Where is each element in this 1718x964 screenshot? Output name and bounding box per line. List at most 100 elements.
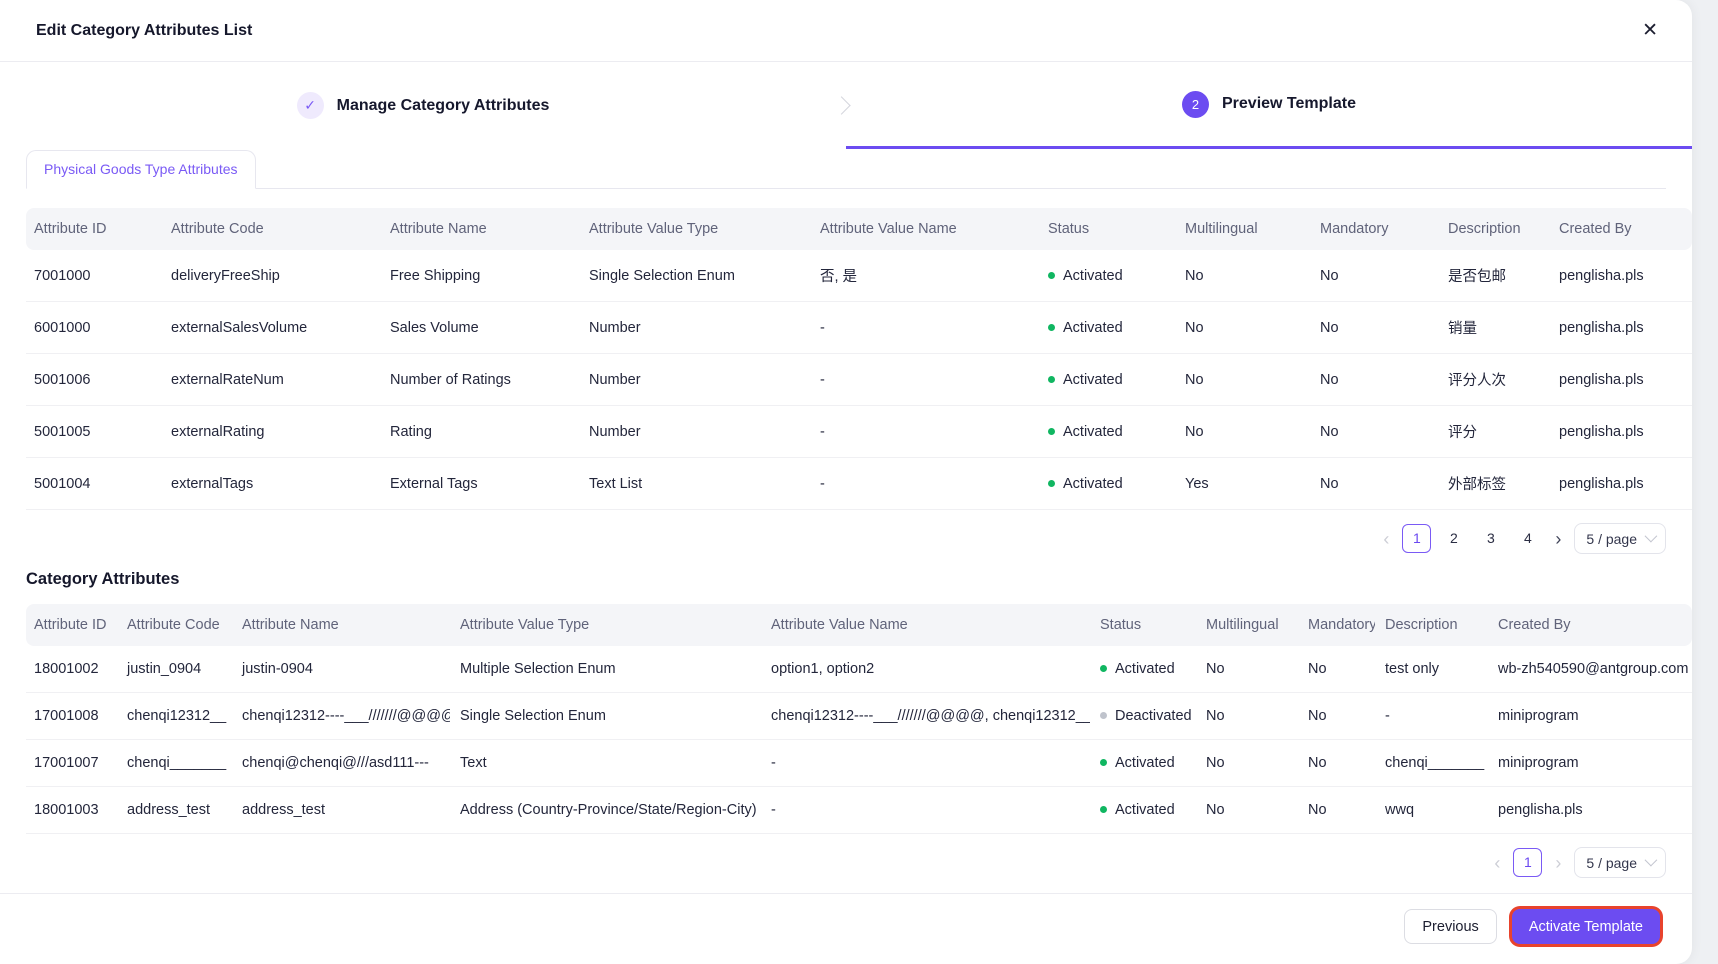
status-badge: Activated [1038, 458, 1175, 510]
modal-footer: Previous Activate Template [0, 893, 1692, 964]
step-preview-template[interactable]: 2 Preview Template [846, 62, 1692, 149]
cell-description: 销量 [1438, 302, 1549, 354]
cell-id: 17001007 [26, 740, 117, 787]
status-dot-icon [1100, 759, 1107, 766]
close-icon[interactable]: ✕ [1638, 17, 1662, 44]
column-header: Created By [1549, 208, 1692, 250]
page-size-select[interactable]: 5 / page [1574, 523, 1666, 554]
edit-category-attributes-modal: Edit Category Attributes List ✕ ✓ Manage… [0, 0, 1692, 964]
cell-created-by: penglisha.pls [1549, 458, 1692, 510]
cell-multilingual: No [1196, 740, 1298, 787]
column-header: Multilingual [1196, 604, 1298, 646]
cell-code: justin_0904 [117, 646, 232, 693]
tab-physical-goods-type-attributes[interactable]: Physical Goods Type Attributes [26, 150, 256, 189]
page-button-4[interactable]: 4 [1513, 524, 1542, 553]
cell-value-type: Text [450, 740, 761, 787]
type-attributes-pagination: ‹ 1234 › 5 / page [26, 523, 1666, 554]
column-header: Status [1038, 208, 1175, 250]
cell-multilingual: No [1196, 787, 1298, 834]
cell-value-type: Address (Country-Province/State/Region-C… [450, 787, 761, 834]
next-page-button[interactable]: › [1550, 525, 1566, 553]
status-dot-icon [1048, 427, 1055, 435]
column-header: Status [1090, 604, 1196, 646]
tab-bar: Physical Goods Type Attributes [26, 149, 1666, 189]
page-button-3[interactable]: 3 [1476, 524, 1505, 553]
cell-mandatory: No [1298, 740, 1375, 787]
page-button-1[interactable]: 1 [1513, 848, 1543, 877]
cell-created-by: penglisha.pls [1488, 787, 1692, 834]
cell-id: 5001004 [26, 458, 161, 510]
cell-mandatory: No [1298, 693, 1375, 740]
column-header: Attribute ID [26, 208, 161, 250]
cell-description: 外部标签 [1438, 458, 1549, 510]
cell-mandatory: No [1310, 250, 1438, 302]
cell-value-type: Multiple Selection Enum [450, 646, 761, 693]
status-dot-icon [1100, 712, 1107, 719]
step-manage-category-attributes[interactable]: ✓ Manage Category Attributes [0, 62, 846, 149]
page-button-1[interactable]: 1 [1402, 524, 1432, 553]
cell-value-name: chenqi12312----___///////@@@@, chenqi123… [761, 693, 1090, 740]
table-row: 18001002 justin_0904 justin-0904 Multiple S… [26, 646, 1692, 693]
cell-name: address_test [232, 787, 450, 834]
cell-name: External Tags [380, 458, 579, 510]
cell-value-name: option1, option2 [761, 646, 1090, 693]
cell-name: chenqi12312----___///////@@@@ [232, 693, 450, 740]
cell-code: externalRating [161, 406, 380, 458]
category-attributes-pagination: ‹ 1 › 5 / page [26, 847, 1666, 878]
page-size-value: 5 / page [1586, 530, 1637, 547]
status-badge: Deactivated [1090, 693, 1196, 740]
cell-description: chenqi_______ [1375, 740, 1488, 787]
page-size-select[interactable]: 5 / page [1574, 847, 1666, 878]
cell-value-name: 否, 是 [810, 250, 1038, 302]
cell-name: chenqi@chenqi@///asd111--- [232, 740, 450, 787]
cell-id: 18001003 [26, 787, 117, 834]
status-dot-icon [1048, 271, 1055, 279]
cell-code: externalTags [161, 458, 380, 510]
activate-template-button[interactable]: Activate Template [1511, 909, 1660, 944]
column-header: Description [1438, 208, 1549, 250]
status-dot-icon [1100, 665, 1107, 672]
status-badge: Activated [1038, 354, 1175, 406]
cell-value-name: - [810, 354, 1038, 406]
cell-value-type: Single Selection Enum [579, 250, 810, 302]
column-header: Mandatory [1298, 604, 1375, 646]
previous-button[interactable]: Previous [1404, 909, 1497, 944]
cell-created-by: wb-zh540590@antgroup.com [1488, 646, 1692, 693]
cell-code: deliveryFreeShip [161, 250, 380, 302]
cell-value-name: - [810, 302, 1038, 354]
cell-id: 18001002 [26, 646, 117, 693]
page-button-2[interactable]: 2 [1439, 524, 1468, 553]
cell-value-type: Number [579, 354, 810, 406]
cell-multilingual: Yes [1175, 458, 1310, 510]
table-row: 6001000 externalSalesVolume Sales Volume Nu… [26, 302, 1692, 354]
column-header: Attribute Value Name [810, 208, 1038, 250]
cell-created-by: penglisha.pls [1549, 406, 1692, 458]
table-row: 17001008 chenqi12312__ chenqi12312----___/… [26, 693, 1692, 740]
cell-description: 是否包邮 [1438, 250, 1549, 302]
cell-value-type: Number [579, 302, 810, 354]
cell-name: Number of Ratings [380, 354, 579, 406]
cell-value-name: - [761, 740, 1090, 787]
cell-created-by: miniprogram [1488, 740, 1692, 787]
prev-page-button[interactable]: ‹ [1489, 849, 1505, 877]
status-dot-icon [1100, 806, 1107, 813]
status-badge: Activated [1090, 740, 1196, 787]
column-header: Attribute Name [380, 208, 579, 250]
cell-description: wwq [1375, 787, 1488, 834]
cell-description: test only [1375, 646, 1488, 693]
column-header: Attribute Name [232, 604, 450, 646]
next-page-button[interactable]: › [1550, 849, 1566, 877]
cell-value-type: Number [579, 406, 810, 458]
page-buttons: 1234 [1402, 524, 1542, 553]
prev-page-button[interactable]: ‹ [1378, 525, 1394, 553]
cell-description: 评分人次 [1438, 354, 1549, 406]
stepper: ✓ Manage Category Attributes 2 Preview T… [0, 62, 1692, 149]
modal-content: Physical Goods Type Attributes Attribute… [0, 149, 1692, 893]
cell-multilingual: No [1175, 302, 1310, 354]
category-attributes-table: Attribute ID Attribute Code Attribute Name… [26, 604, 1692, 834]
step-label: Preview Template [1222, 95, 1356, 112]
cell-multilingual: No [1175, 406, 1310, 458]
column-header: Attribute Code [161, 208, 380, 250]
cell-multilingual: No [1196, 646, 1298, 693]
cell-id: 5001006 [26, 354, 161, 406]
